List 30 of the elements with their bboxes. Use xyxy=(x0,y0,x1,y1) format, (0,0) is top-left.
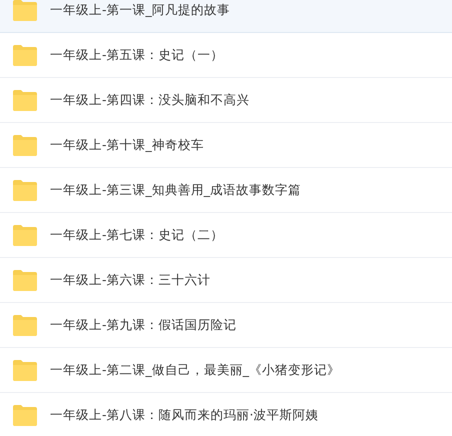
folder-name: 一年级上-第六课：三十六计 xyxy=(50,272,211,288)
folder-name: 一年级上-第四课：没头脑和不高兴 xyxy=(50,92,250,108)
folder-row[interactable]: 一年级上-第十课_神奇校车 xyxy=(0,123,452,168)
folder-icon xyxy=(12,360,38,380)
folder-name: 一年级上-第五课：史记（一） xyxy=(50,46,224,64)
folder-row[interactable]: 一年级上-第六课：三十六计 xyxy=(0,258,452,303)
folder-row[interactable]: 一年级上-第八课：随风而来的玛丽·波平斯阿姨 xyxy=(0,393,452,436)
folder-name: 一年级上-第十课_神奇校车 xyxy=(50,136,204,154)
folder-row[interactable]: 一年级上-第七课：史记（二） xyxy=(0,213,452,258)
folder-icon xyxy=(12,224,38,246)
folder-name: 一年级上-第三课_知典善用_成语故事数字篇 xyxy=(50,182,302,198)
folder-name: 一年级上-第九课：假话国历险记 xyxy=(50,316,237,334)
folder-name: 一年级上-第七课：史记（二） xyxy=(50,226,224,244)
folder-icon xyxy=(12,44,38,66)
folder-name: 一年级上-第一课_阿凡提的故事 xyxy=(50,2,230,18)
folder-name: 一年级上-第二课_做自己，最美丽_《小猪变形记》 xyxy=(50,362,340,378)
folder-icon xyxy=(12,314,38,336)
folder-row[interactable]: 一年级上-第五课：史记（一） xyxy=(0,33,452,78)
folder-row[interactable]: 一年级上-第二课_做自己，最美丽_《小猪变形记》 xyxy=(0,348,452,393)
folder-icon xyxy=(12,0,38,20)
folder-icon xyxy=(12,180,38,200)
folder-icon xyxy=(12,134,38,156)
folder-row[interactable]: 一年级上-第三课_知典善用_成语故事数字篇 xyxy=(0,168,452,213)
folder-icon xyxy=(12,270,38,290)
folder-row[interactable]: 一年级上-第一课_阿凡提的故事 xyxy=(0,0,452,33)
folder-icon xyxy=(12,404,38,426)
folder-row[interactable]: 一年级上-第九课：假话国历险记 xyxy=(0,303,452,348)
folder-icon xyxy=(12,90,38,110)
folder-name: 一年级上-第八课：随风而来的玛丽·波平斯阿姨 xyxy=(50,406,318,424)
folder-row[interactable]: 一年级上-第四课：没头脑和不高兴 xyxy=(0,78,452,123)
